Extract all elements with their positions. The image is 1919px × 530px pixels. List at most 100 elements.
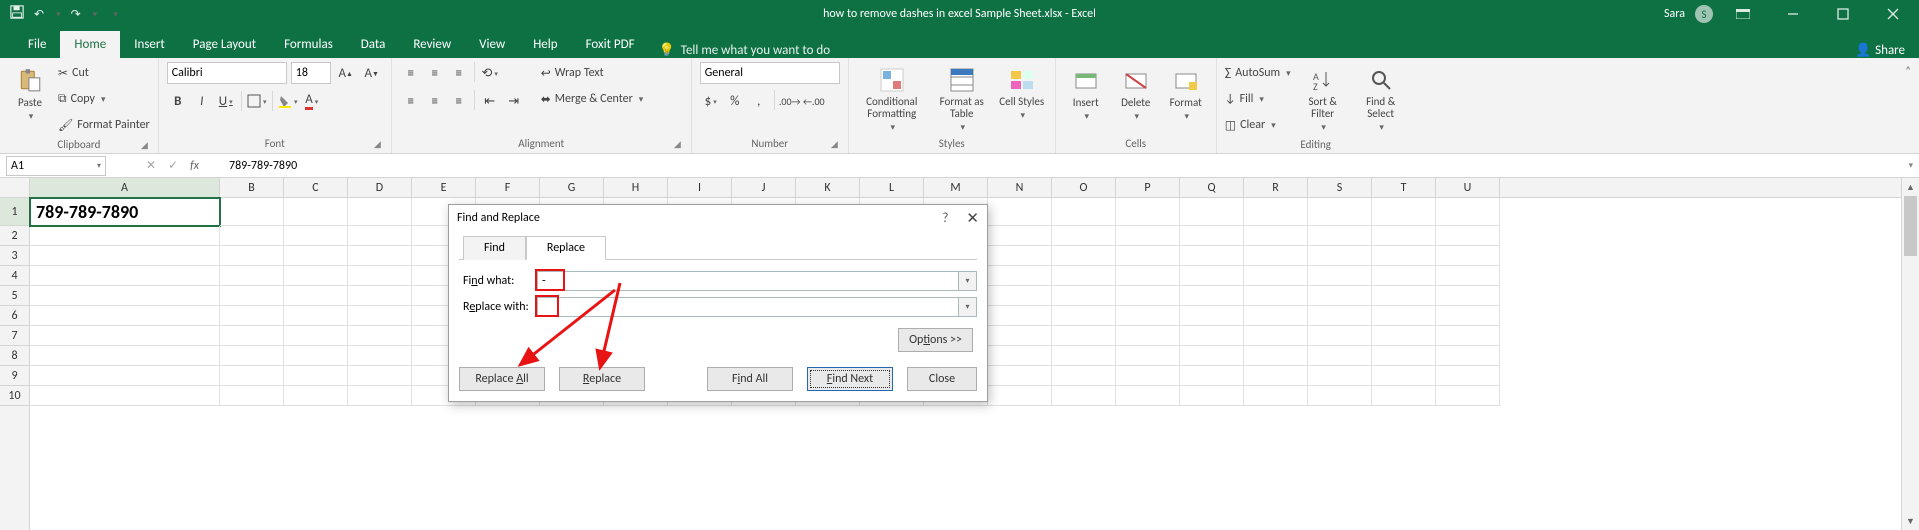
dialog-tab-replace[interactable]: Replace (526, 236, 606, 260)
cell-P5[interactable] (1116, 286, 1180, 306)
cell-N6[interactable] (988, 306, 1052, 326)
tab-view[interactable]: View (465, 31, 519, 58)
share-button[interactable]: 👤 Share (1855, 43, 1905, 58)
cell-P6[interactable] (1116, 306, 1180, 326)
align-center-icon[interactable]: ≡ (424, 90, 446, 112)
cell-S4[interactable] (1308, 266, 1372, 286)
scrollbar-thumb[interactable] (1904, 196, 1917, 256)
cell-N9[interactable] (988, 366, 1052, 386)
cell-D10[interactable] (348, 386, 412, 406)
format-painter-button[interactable]: 🖌Format Painter (58, 114, 150, 136)
close-button[interactable]: Close (907, 367, 977, 391)
cell-T9[interactable] (1372, 366, 1436, 386)
column-header-J[interactable]: J (732, 178, 796, 197)
cell-T4[interactable] (1372, 266, 1436, 286)
fill-color-button[interactable] (277, 90, 299, 112)
cell-U9[interactable] (1436, 366, 1500, 386)
cell-O2[interactable] (1052, 226, 1116, 246)
column-header-I[interactable]: I (668, 178, 732, 197)
cell-B4[interactable] (220, 266, 284, 286)
dialog-close-icon[interactable]: ✕ (966, 209, 979, 228)
cell-S8[interactable] (1308, 346, 1372, 366)
cell-B10[interactable] (220, 386, 284, 406)
close-icon[interactable] (1873, 0, 1913, 28)
tab-help[interactable]: Help (519, 31, 571, 58)
cell-O8[interactable] (1052, 346, 1116, 366)
row-header-10[interactable]: 10 (0, 386, 29, 406)
cell-N8[interactable] (988, 346, 1052, 366)
row-header-9[interactable]: 9 (0, 366, 29, 386)
find-what-input[interactable] (537, 271, 959, 291)
cell-D9[interactable] (348, 366, 412, 386)
cell-C5[interactable] (284, 286, 348, 306)
copy-button[interactable]: ⧉Copy▾ (58, 88, 150, 110)
cell-U7[interactable] (1436, 326, 1500, 346)
wrap-text-button[interactable]: ↩Wrap Text (541, 62, 644, 84)
cell-O6[interactable] (1052, 306, 1116, 326)
cell-Q7[interactable] (1180, 326, 1244, 346)
cell-C8[interactable] (284, 346, 348, 366)
vertical-scrollbar[interactable]: ▲ ▼ (1901, 178, 1919, 530)
sort-filter-button[interactable]: AZ Sort & Filter▾ (1297, 62, 1349, 133)
increase-decimal-icon[interactable]: .00→ (779, 90, 801, 112)
cell-R7[interactable] (1244, 326, 1308, 346)
cell-A9[interactable] (30, 366, 220, 386)
cell-P10[interactable] (1116, 386, 1180, 406)
cell-T5[interactable] (1372, 286, 1436, 306)
tab-page-layout[interactable]: Page Layout (179, 31, 270, 58)
cell-B7[interactable] (220, 326, 284, 346)
cell-P4[interactable] (1116, 266, 1180, 286)
column-header-L[interactable]: L (860, 178, 924, 197)
find-next-button[interactable]: Find Next (807, 367, 893, 391)
cell-R9[interactable] (1244, 366, 1308, 386)
column-header-F[interactable]: F (476, 178, 540, 197)
cell-T6[interactable] (1372, 306, 1436, 326)
cell-A5[interactable] (30, 286, 220, 306)
cell-Q10[interactable] (1180, 386, 1244, 406)
cell-R5[interactable] (1244, 286, 1308, 306)
cell-Q9[interactable] (1180, 366, 1244, 386)
cell-S7[interactable] (1308, 326, 1372, 346)
undo-icon[interactable]: ↶ (34, 7, 44, 22)
cell-A7[interactable] (30, 326, 220, 346)
select-all-corner[interactable] (0, 178, 30, 198)
cell-N3[interactable] (988, 246, 1052, 266)
cell-P9[interactable] (1116, 366, 1180, 386)
cell-S3[interactable] (1308, 246, 1372, 266)
cell-D2[interactable] (348, 226, 412, 246)
merge-center-button[interactable]: ⬌Merge & Center▾ (541, 88, 644, 110)
cell-Q6[interactable] (1180, 306, 1244, 326)
cell-N10[interactable] (988, 386, 1052, 406)
cell-C7[interactable] (284, 326, 348, 346)
replace-all-button[interactable]: Replace All (459, 367, 545, 391)
qat-customize-icon[interactable]: ▾ (113, 9, 118, 20)
collapse-ribbon-icon[interactable]: ˄ (1905, 64, 1911, 77)
dialog-tab-find[interactable]: Find (463, 236, 526, 260)
undo-more-icon[interactable]: ▾ (56, 9, 61, 20)
cell-O9[interactable] (1052, 366, 1116, 386)
cell-S6[interactable] (1308, 306, 1372, 326)
cell-R1[interactable] (1244, 198, 1308, 226)
cell-R3[interactable] (1244, 246, 1308, 266)
number-format-combo[interactable] (700, 62, 840, 84)
dialog-titlebar[interactable]: Find and Replace ? ✕ (449, 205, 987, 231)
column-header-O[interactable]: O (1052, 178, 1116, 197)
cell-B9[interactable] (220, 366, 284, 386)
column-header-G[interactable]: G (540, 178, 604, 197)
find-select-button[interactable]: Find & Select▾ (1355, 62, 1407, 133)
cut-button[interactable]: ✂Cut (58, 62, 150, 84)
cell-C4[interactable] (284, 266, 348, 286)
cell-S10[interactable] (1308, 386, 1372, 406)
cell-R4[interactable] (1244, 266, 1308, 286)
save-icon[interactable] (10, 5, 24, 23)
row-header-2[interactable]: 2 (0, 226, 29, 246)
dialog-launcher-icon[interactable]: ◢ (674, 139, 681, 150)
cell-T1[interactable] (1372, 198, 1436, 226)
cell-T8[interactable] (1372, 346, 1436, 366)
format-cells-button[interactable]: Format▾ (1164, 62, 1208, 122)
font-color-button[interactable]: A (301, 90, 323, 112)
cell-A10[interactable] (30, 386, 220, 406)
column-header-N[interactable]: N (988, 178, 1052, 197)
cell-C3[interactable] (284, 246, 348, 266)
cell-O10[interactable] (1052, 386, 1116, 406)
